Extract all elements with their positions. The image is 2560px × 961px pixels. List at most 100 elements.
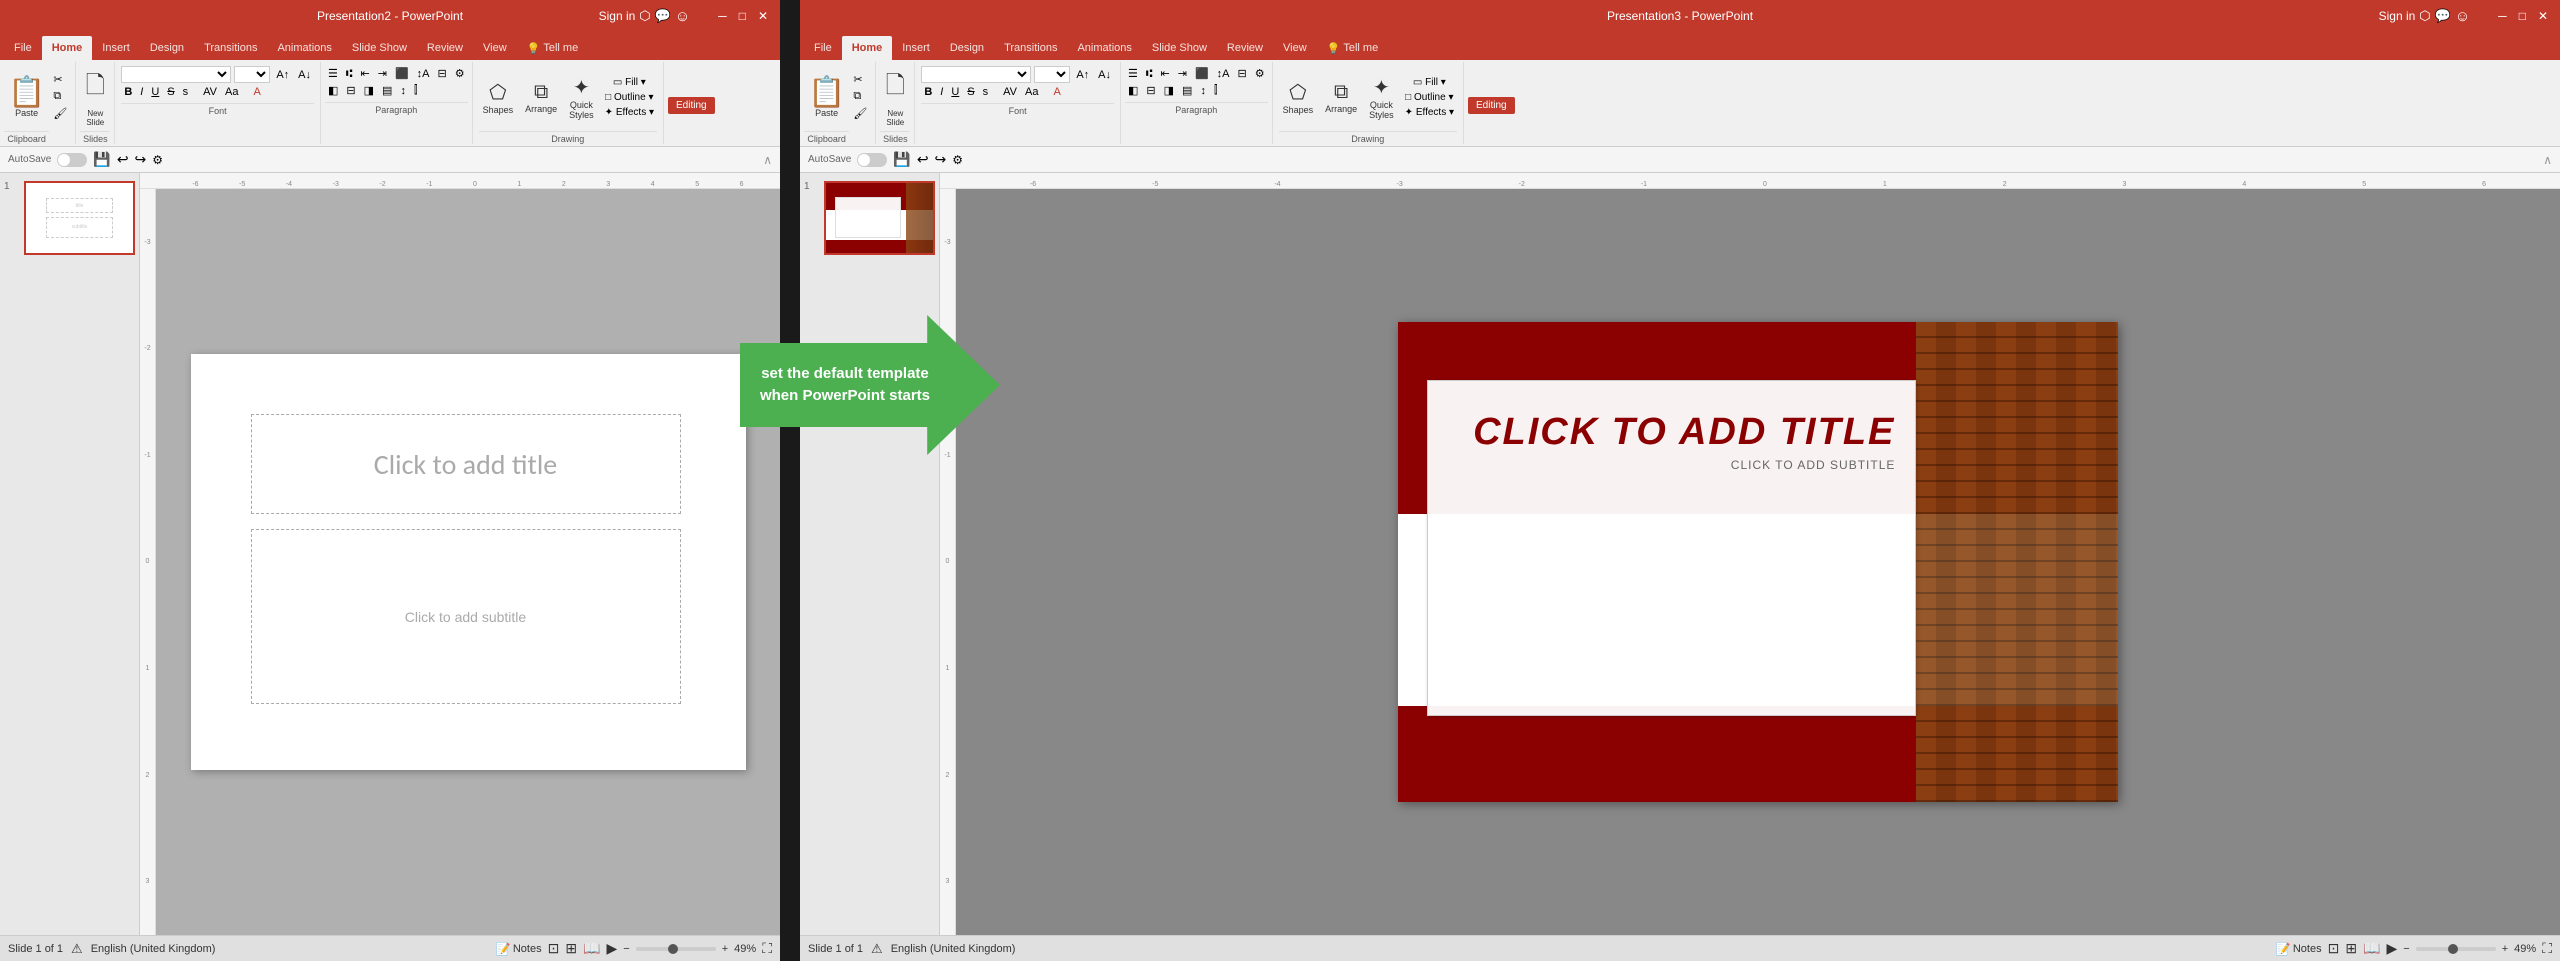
left-bold-btn[interactable]: B [121,85,135,99]
right-share-icon[interactable]: ⬡ [2419,8,2430,24]
right-align-center-btn[interactable]: ⊟ [1143,83,1158,98]
left-underline-btn[interactable]: U [148,85,162,99]
left-subtitle-placeholder[interactable]: Click to add subtitle [251,529,681,704]
right-shape-fill-btn[interactable]: ▭ Fill ▾ [1402,76,1457,89]
right-shape-outline-btn[interactable]: □ Outline ▾ [1402,91,1457,104]
right-tab-insert[interactable]: Insert [892,36,940,60]
right-shapes-btn[interactable]: ⬠ Shapes [1279,78,1318,117]
left-slideshow-btn[interactable]: ▶ [607,940,618,957]
right-underline-btn[interactable]: U [948,85,962,99]
right-decrease-font-btn[interactable]: A↓ [1095,68,1114,82]
right-paste-btn[interactable]: 📋 Paste [804,76,849,120]
right-canvas-scroll[interactable]: CLICK TO ADD TITLE CLICK TO ADD SUBTITLE… [956,189,2560,935]
right-char-spacing-btn[interactable]: AV [1000,85,1020,99]
left-decrease-font-btn[interactable]: A↓ [295,68,314,82]
right-bold-btn[interactable]: B [921,85,935,99]
right-strikethrough-btn[interactable]: S [964,85,977,99]
right-change-case-btn[interactable]: Aa [1022,85,1041,99]
right-shadow-btn[interactable]: s [980,85,992,99]
right-themed-title[interactable]: CLICK TO ADD TITLE [1428,381,1916,458]
right-reading-view-btn[interactable]: 📖 [2363,940,2380,957]
right-tab-animations[interactable]: Animations [1067,36,1141,60]
right-tab-home[interactable]: Home [842,36,893,60]
left-tab-animations[interactable]: Animations [267,36,341,60]
left-increase-font-btn[interactable]: A↑ [273,68,292,82]
left-minimize-btn[interactable]: ─ [714,9,731,23]
right-increase-font-btn[interactable]: A↑ [1073,68,1092,82]
left-tab-design[interactable]: Design [140,36,194,60]
left-paste-btn[interactable]: 📋 Paste [4,76,49,120]
left-shape-outline-btn[interactable]: □ Outline ▾ [602,91,657,104]
right-numbering-btn[interactable]: ⑆ [1143,66,1156,81]
left-autosave-toggle[interactable] [57,153,87,167]
left-justify-btn[interactable]: ▤ [379,83,395,98]
left-italic-btn[interactable]: I [137,85,146,99]
right-increase-indent-btn[interactable]: ⇥ [1175,66,1190,81]
right-shape-effects-btn[interactable]: ✦ Effects ▾ [1402,106,1457,119]
right-autosave-toggle[interactable] [857,153,887,167]
right-cut-btn[interactable]: ✂ [851,72,869,87]
left-title-placeholder[interactable]: Click to add title [251,414,681,514]
right-font-select[interactable] [921,66,1031,83]
right-tab-view[interactable]: View [1273,36,1317,60]
left-strikethrough-btn[interactable]: S [164,85,177,99]
left-zoom-in-btn[interactable]: + [722,943,728,955]
right-save-btn[interactable]: 💾 [893,151,910,168]
left-tab-file[interactable]: File [4,36,42,60]
left-font-color-btn[interactable]: A [250,85,263,99]
right-font-size-select[interactable] [1034,66,1070,83]
left-align-left-btn[interactable]: ◧ [325,83,341,98]
left-tab-tellme[interactable]: 💡 Tell me [517,36,589,60]
left-shape-effects-btn[interactable]: ✦ Effects ▾ [602,106,657,119]
right-undo-btn[interactable]: ↩ [917,151,929,168]
sign-in-link[interactable]: Sign in [599,9,636,23]
left-tab-home[interactable]: Home [42,36,93,60]
right-quick-styles-btn[interactable]: ✦ QuickStyles [1365,73,1398,122]
left-arrange-btn[interactable]: ⧉ Arrange [521,79,561,116]
left-align-center-btn[interactable]: ⊟ [343,83,358,98]
right-zoom-slider[interactable] [2416,947,2496,951]
right-tab-tellme[interactable]: 💡 Tell me [1317,36,1389,60]
left-tab-slideshow[interactable]: Slide Show [342,36,417,60]
right-smartart-btn[interactable]: ⬛ [1192,66,1212,81]
left-char-spacing-btn[interactable]: AV [200,85,220,99]
right-zoom-in-btn[interactable]: + [2502,943,2508,955]
left-increase-indent-btn[interactable]: ⇥ [375,66,390,81]
right-maximize-btn[interactable]: □ [2515,9,2530,23]
right-line-spacing-btn[interactable]: ↕ [1197,83,1209,98]
right-columns-btn[interactable]: ⫿ [1211,83,1221,98]
left-comments-icon[interactable]: 💬 [655,8,671,24]
right-new-slide-btn[interactable]: 🗋 NewSlide [880,66,910,129]
left-canvas-scroll[interactable]: Click to add title Click to add subtitle [156,189,780,935]
left-align-right-btn[interactable]: ◨ [361,83,377,98]
left-text-direction-btn[interactable]: ↕A [414,66,433,81]
right-arrange-btn[interactable]: ⧉ Arrange [1321,79,1361,116]
right-minimize-btn[interactable]: ─ [2494,9,2511,23]
left-quick-styles-btn[interactable]: ✦ QuickStyles [565,73,598,122]
left-font-select[interactable] [121,66,231,83]
right-sign-in-link[interactable]: Sign in [2379,9,2416,23]
left-undo-btn[interactable]: ↩ [117,151,129,168]
left-fit-slide-btn[interactable]: ⛶ [762,940,772,957]
left-close-btn[interactable]: ✕ [754,9,772,23]
left-slide-thumbnail[interactable]: title subtitle [24,181,135,255]
left-normal-view-btn[interactable]: ⊡ [548,940,560,957]
right-zoom-out-btn[interactable]: − [2403,943,2409,955]
right-tab-slideshow[interactable]: Slide Show [1142,36,1217,60]
right-notes-btn[interactable]: 📝 Notes [2276,942,2322,956]
right-tab-file[interactable]: File [804,36,842,60]
right-customize-btn[interactable]: ⚙ [952,153,963,167]
left-tab-insert[interactable]: Insert [92,36,140,60]
right-font-color-btn[interactable]: A [1050,85,1063,99]
right-themed-subtitle[interactable]: CLICK TO ADD SUBTITLE [1428,458,1916,472]
right-redo-btn[interactable]: ↪ [935,151,947,168]
left-smartart-btn[interactable]: ⬛ [392,66,412,81]
right-tab-design[interactable]: Design [940,36,994,60]
right-decrease-indent-btn[interactable]: ⇤ [1158,66,1173,81]
right-emoji-icon[interactable]: ☺ [2455,8,2470,25]
right-tab-review[interactable]: Review [1217,36,1273,60]
left-customize-btn[interactable]: ⚙ [152,153,163,167]
right-bullets-btn[interactable]: ☰ [1125,66,1141,81]
left-columns-btn[interactable]: ⫿ [411,83,421,98]
left-line-spacing-btn[interactable]: ↕ [397,83,409,98]
